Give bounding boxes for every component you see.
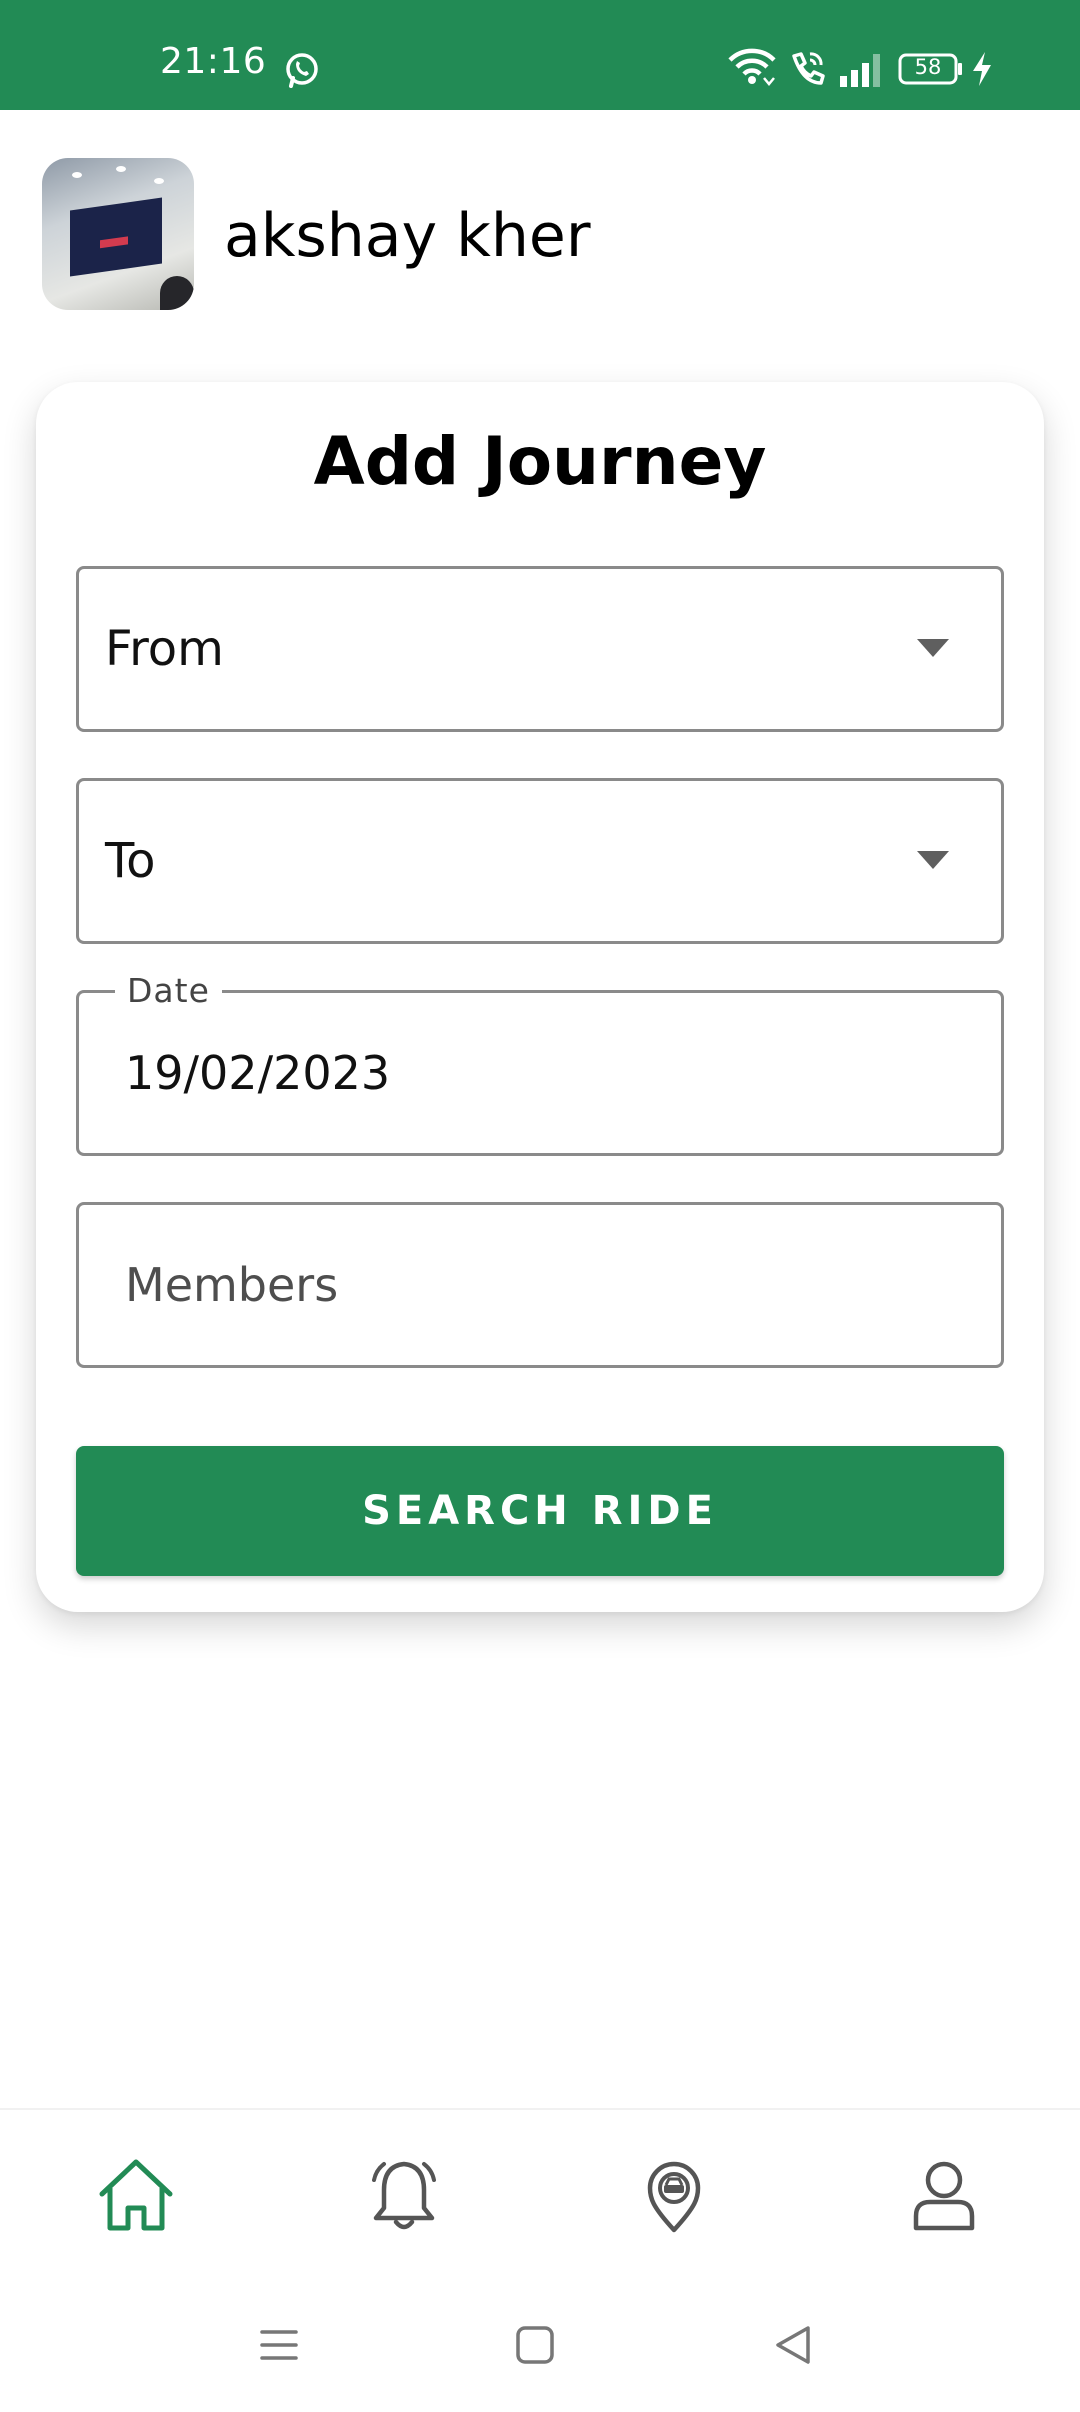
from-dropdown-label: From bbox=[105, 621, 224, 677]
nav-profile[interactable] bbox=[902, 2154, 986, 2238]
nav-rides[interactable] bbox=[632, 2154, 716, 2238]
avatar-detail bbox=[70, 197, 162, 277]
bottom-navigation bbox=[0, 2108, 1080, 2278]
recent-apps-icon[interactable] bbox=[254, 2320, 304, 2370]
signal-icon bbox=[840, 54, 880, 87]
wifi-icon bbox=[728, 48, 776, 86]
avatar[interactable] bbox=[42, 158, 194, 310]
add-journey-card: Add Journey From To Date 19/02/2023 SEAR… bbox=[36, 382, 1044, 1612]
back-icon[interactable] bbox=[768, 2320, 818, 2370]
date-field-value: 19/02/2023 bbox=[125, 1046, 391, 1100]
avatar-detail bbox=[72, 172, 82, 178]
battery-level: 58 bbox=[914, 55, 942, 79]
status-time: 21:16 bbox=[160, 41, 267, 82]
caret-down-icon bbox=[917, 639, 949, 657]
home-icon bbox=[99, 2159, 173, 2231]
user-name: akshay kher bbox=[224, 201, 591, 271]
search-ride-button[interactable]: SEARCH RIDE bbox=[76, 1446, 1004, 1576]
from-dropdown[interactable]: From bbox=[76, 566, 1004, 732]
avatar-detail bbox=[154, 178, 164, 184]
whatsapp-icon bbox=[286, 53, 318, 88]
to-dropdown[interactable]: To bbox=[76, 778, 1004, 944]
status-bar: 21:16 58 bbox=[0, 0, 1080, 110]
charging-icon bbox=[973, 52, 991, 86]
ride-location-icon bbox=[647, 2161, 701, 2233]
to-dropdown-label: To bbox=[105, 833, 156, 889]
user-icon bbox=[913, 2161, 975, 2231]
card-title: Add Journey bbox=[313, 423, 767, 500]
caret-down-icon bbox=[917, 851, 949, 869]
members-input[interactable] bbox=[79, 1205, 1001, 1365]
avatar-detail bbox=[160, 276, 194, 310]
avatar-detail bbox=[116, 166, 126, 172]
home-button-icon[interactable] bbox=[510, 2320, 560, 2370]
bell-icon bbox=[372, 2161, 436, 2230]
system-navigation-bar bbox=[0, 2278, 1080, 2412]
nav-home[interactable] bbox=[94, 2154, 178, 2238]
nav-notifications[interactable] bbox=[362, 2154, 446, 2238]
members-field[interactable] bbox=[76, 1202, 1004, 1368]
date-field[interactable]: Date 19/02/2023 bbox=[76, 971, 1004, 1156]
wifi-call-icon bbox=[792, 52, 825, 85]
